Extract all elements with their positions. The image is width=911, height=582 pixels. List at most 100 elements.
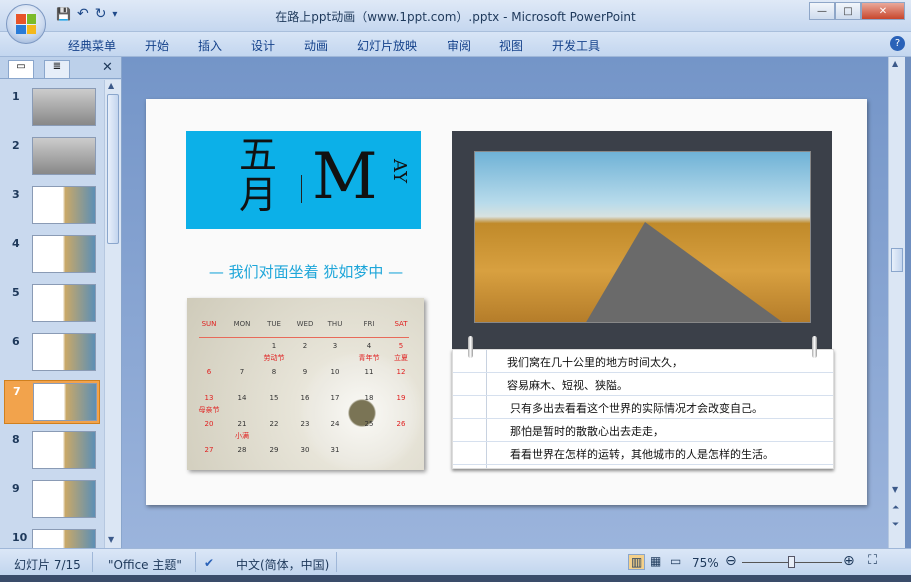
theme-name: "Office 主题" [108, 558, 182, 572]
slide-thumbnail[interactable]: 2 [4, 135, 100, 179]
slide-preview [32, 88, 96, 126]
tagline: — 我们对面坐着 犹如梦中 — [208, 263, 404, 281]
slide-thumbnail[interactable]: 1 [4, 86, 100, 130]
month-chinese: 五月 [238, 133, 277, 217]
slide-preview [32, 480, 96, 518]
calendar-day: 30 [300, 446, 310, 454]
language-indicator[interactable]: 中文(简体，中国) [236, 556, 329, 573]
slide-preview [32, 137, 96, 175]
zoom-slider[interactable] [742, 556, 842, 568]
calendar-day: 2 [302, 342, 308, 350]
tab-animation[interactable]: 动画 [304, 37, 328, 54]
calendar-day: 10 [330, 368, 340, 376]
month-letters-ay: AY [389, 159, 410, 184]
calendar-day: 5 [398, 342, 404, 350]
maximize-button[interactable]: □ [835, 2, 861, 20]
calendar-day: 16 [300, 394, 310, 402]
tab-slideshow[interactable]: 幻灯片放映 [357, 37, 417, 54]
weekday-header: TUE [267, 320, 281, 328]
slide-thumbnail[interactable]: 5 [4, 282, 100, 326]
tab-view[interactable]: 视图 [499, 37, 523, 54]
slide-thumbnail[interactable]: 8 [4, 429, 100, 473]
weekday-header: SAT [394, 320, 408, 328]
holiday-label: 母亲节 [198, 406, 220, 414]
calendar-day: 6 [206, 368, 212, 376]
calendar-day: 21 [237, 420, 247, 428]
slide-counter: 幻灯片 7/15 [14, 558, 81, 572]
slide-thumbnail[interactable]: 9 [4, 478, 100, 522]
fit-to-window-icon[interactable]: ⛶ [868, 553, 877, 568]
slide-thumbnail[interactable]: 10 [4, 527, 100, 548]
slide-preview [32, 235, 96, 273]
tab-developer[interactable]: 开发工具 [552, 37, 600, 54]
slides-pane-scrollbar[interactable]: ▲ ▼ [104, 80, 121, 548]
calendar-day: 13 [204, 394, 214, 402]
slide-editor: 五月 M AY — 我们对面坐着 犹如梦中 — SUN MON TUE WED THU F… [122, 57, 888, 548]
tab-classic-menu[interactable]: 经典菜单 [68, 37, 116, 54]
month-banner: 五月 M AY [186, 131, 421, 229]
calendar-day: 1 [271, 342, 277, 350]
slide-thumbnail[interactable]: 3 [4, 184, 100, 228]
spell-check-icon[interactable]: ✔ [204, 556, 214, 570]
note-line: 容易麻木、短视、狭隘。 [453, 373, 833, 396]
slide-preview [32, 529, 96, 548]
slide-canvas[interactable]: 五月 M AY — 我们对面坐着 犹如梦中 — SUN MON TUE WED THU F… [146, 99, 867, 505]
editor-scrollbar[interactable]: ▲ ▼ ⏶ ⏷ [888, 57, 905, 548]
slide-sorter-icon[interactable]: ▦ [648, 554, 663, 568]
close-button[interactable]: ✕ [861, 2, 905, 20]
slide-number: 2 [12, 139, 20, 152]
slides-pane: ▭ ≣ ✕ 1 2 3 4 5 6 7 8 9 10 ▲ ▼ [0, 57, 122, 548]
slide-number: 3 [12, 188, 20, 201]
window-title: 在路上ppt动画（www.1ppt.com）.pptx - Microsoft … [275, 10, 636, 24]
status-bar: 幻灯片 7/15 "Office 主题" ✔ 中文(简体，中国) ▥ ▦ ▭ 7… [0, 548, 911, 575]
calendar-day: 12 [396, 368, 406, 376]
scroll-down-icon[interactable]: ▼ [108, 535, 114, 544]
slide-thumbnail[interactable]: 4 [4, 233, 100, 277]
scroll-up-icon[interactable]: ▲ [892, 59, 898, 68]
zoom-slider-handle[interactable] [787, 556, 795, 568]
scroll-down-icon[interactable]: ▼ [892, 485, 898, 494]
calendar-day: 24 [330, 420, 340, 428]
calendar-day: 29 [269, 446, 279, 454]
zoom-out-icon[interactable]: ⊖ [725, 553, 737, 569]
outline-tab[interactable]: ≣ [44, 60, 70, 78]
slideshow-view-icon[interactable]: ▭ [668, 554, 683, 568]
holiday-label: 劳动节 [263, 354, 285, 362]
note-line: 只有多出去看看这个世界的实际情况才会改变自己。 [453, 396, 833, 419]
calendar-day: 19 [396, 394, 406, 402]
slide-thumbnail[interactable]: 7 [4, 380, 100, 424]
minimize-button[interactable]: — [809, 2, 835, 20]
tab-home[interactable]: 开始 [145, 37, 169, 54]
slide-number: 1 [12, 90, 20, 103]
slide-number: 9 [12, 482, 20, 495]
calendar-day: 9 [302, 368, 308, 376]
calendar-day: 17 [330, 394, 340, 402]
zoom-level[interactable]: 75% [692, 556, 719, 570]
tab-design[interactable]: 设计 [251, 37, 275, 54]
photo-frame [452, 131, 832, 349]
ribbon-tabs: 经典菜单 开始 插入 设计 动画 幻灯片放映 审阅 视图 开发工具 ? [0, 32, 911, 57]
slide-preview [33, 383, 97, 421]
weekday-header: WED [296, 320, 314, 328]
help-icon[interactable]: ? [890, 36, 905, 51]
previous-slide-icon[interactable]: ⏶ [892, 503, 899, 513]
slide-number: 5 [12, 286, 20, 299]
tab-insert[interactable]: 插入 [198, 37, 222, 54]
normal-view-icon[interactable]: ▥ [628, 554, 646, 570]
zoom-in-icon[interactable]: ⊕ [843, 553, 855, 569]
notepad: 我们窝在几十公里的地方时间太久， 容易麻木、短视、狭隘。 只有多出去看看这个世界的实… [452, 336, 834, 469]
slides-tab[interactable]: ▭ [8, 60, 34, 78]
tab-review[interactable]: 审阅 [447, 37, 471, 54]
next-slide-icon[interactable]: ⏷ [892, 520, 899, 530]
slide-thumbnail[interactable]: 6 [4, 331, 100, 375]
office-button[interactable] [6, 4, 46, 44]
calendar-day: 3 [332, 342, 338, 350]
calendar-day: 26 [396, 420, 406, 428]
slide-preview [32, 431, 96, 469]
road-photo [474, 151, 811, 323]
slide-number: 8 [12, 433, 20, 446]
scroll-up-icon[interactable]: ▲ [108, 81, 114, 90]
close-pane-icon[interactable]: ✕ [102, 60, 113, 75]
calendar-day: 28 [237, 446, 247, 454]
calendar-day: 11 [364, 368, 374, 376]
